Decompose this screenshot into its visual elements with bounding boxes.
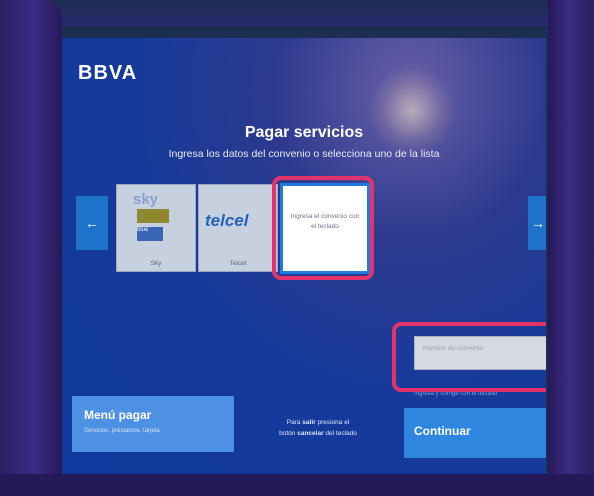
service-card-label: Sky xyxy=(150,260,162,267)
telcel-logo: telcel xyxy=(205,211,249,230)
menu-pagar-subtitle: Servicios, préstamos, tarjeta xyxy=(84,428,160,434)
light-glare xyxy=(367,66,457,156)
continuar-button[interactable]: Continuar xyxy=(404,408,546,458)
atm-bezel-bottom xyxy=(0,474,594,496)
highlight-box-card xyxy=(272,176,374,280)
carousel-next-button[interactable]: → xyxy=(528,196,546,250)
service-card-telcel[interactable]: telcel Telcel xyxy=(198,184,278,272)
arrow-right-icon: → xyxy=(531,215,545,231)
page-subtitle: Ingresa los datos del convenio o selecci… xyxy=(168,148,440,160)
continuar-label: Continuar xyxy=(414,424,471,438)
service-card-label: Telcel xyxy=(229,260,247,267)
atm-bezel-right xyxy=(548,0,594,496)
atm-screen: BBVA Pagar servicios Ingresa los datos d… xyxy=(62,38,546,474)
atm-bezel-top xyxy=(0,0,594,26)
sky-logo: sky blue xyxy=(127,191,183,249)
menu-pagar-button[interactable]: Menú pagar Servicios, préstamos, tarjeta xyxy=(72,396,234,452)
arrow-left-icon: ← xyxy=(85,215,99,231)
service-card-sky[interactable]: sky blue Sky xyxy=(116,184,196,272)
carousel-prev-button[interactable]: ← xyxy=(76,196,108,250)
menu-pagar-title: Menú pagar xyxy=(84,408,152,422)
highlight-box-input xyxy=(392,322,546,392)
atm-bezel-left xyxy=(0,0,62,496)
bbva-logo: BBVA xyxy=(78,62,138,84)
page-title: Pagar servicios xyxy=(244,124,364,141)
exit-instructions: Para salir presiona el botón cancelar de… xyxy=(279,419,357,437)
